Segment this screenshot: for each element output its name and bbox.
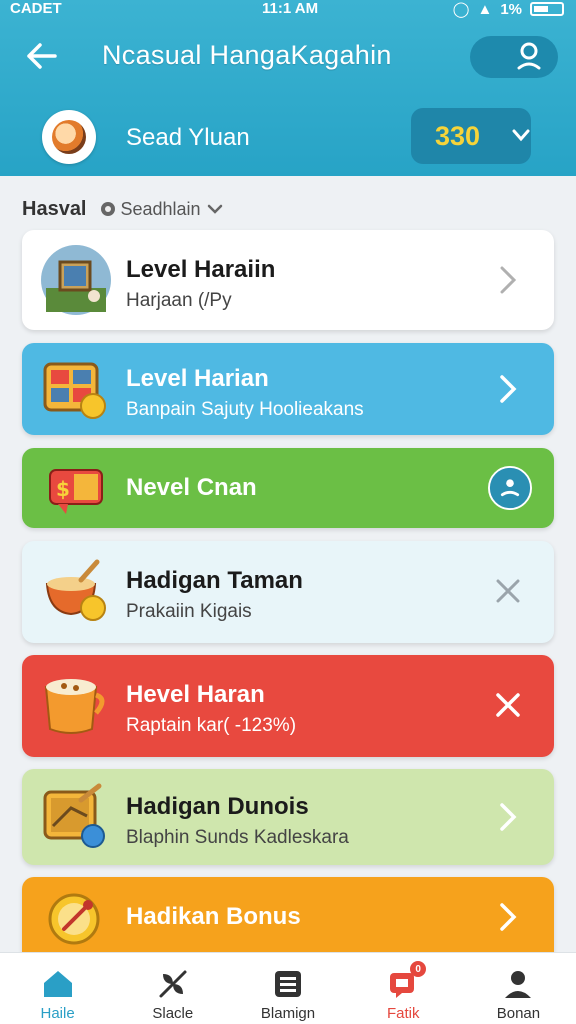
- nav-label: Bonan: [496, 1005, 541, 1022]
- wifi-icon: ◯: [452, 1, 470, 18]
- username: Sead Yluan: [126, 124, 250, 151]
- nav-item-slacle[interactable]: Slacle: [115, 953, 230, 1024]
- coupon-icon: $: [40, 452, 112, 524]
- level-card[interactable]: Hadigan Dunois Blaphin Sunds Kadleskara: [22, 769, 554, 865]
- home-icon: [41, 967, 75, 1001]
- map-icon: [40, 781, 112, 853]
- back-button[interactable]: [22, 36, 62, 76]
- compass-icon: [40, 881, 112, 953]
- chevron-down-icon: [207, 204, 222, 214]
- arrow-left-icon: [27, 43, 57, 69]
- profile-button[interactable]: [470, 36, 558, 78]
- carrier-label: CADET: [10, 0, 62, 17]
- cup-icon: [40, 669, 112, 741]
- profile-row: Sead Yluan 330: [40, 106, 550, 166]
- score-dropdown[interactable]: [512, 126, 530, 147]
- level-card[interactable]: Hadigan Taman Prakaiin Kigais: [22, 541, 554, 643]
- nav-item-fatik[interactable]: 0 Fatik: [346, 953, 461, 1024]
- user-icon: [501, 967, 535, 1001]
- nav-item-blamign[interactable]: Blamign: [230, 953, 345, 1024]
- card-close-button[interactable]: [486, 683, 530, 727]
- level-card[interactable]: $ Nevel Cnan: [22, 448, 554, 528]
- card-open-button[interactable]: [486, 258, 530, 302]
- filter-dropdown[interactable]: Seadhlain: [100, 198, 223, 220]
- chevron-right-icon: [500, 803, 517, 831]
- level-card[interactable]: Level Harian Banpain Sajuty Hoolieakans: [22, 343, 554, 435]
- chevron-down-icon: [512, 129, 530, 142]
- card-open-button[interactable]: [486, 795, 530, 839]
- nav-item-home[interactable]: Haile: [0, 953, 115, 1024]
- card-close-button[interactable]: [486, 569, 530, 613]
- nav-label: Blamign: [260, 1005, 316, 1022]
- card-open-button[interactable]: [486, 367, 530, 411]
- card-title: Hadikan Bonus: [126, 903, 301, 930]
- battery-icon: [530, 2, 564, 16]
- nav-label: Slacle: [152, 1005, 194, 1022]
- card-subtitle: Banpain Sajuty Hoolieakans: [126, 399, 364, 420]
- card-title: Hadigan Dunois: [126, 793, 309, 820]
- level-card[interactable]: Level Haraiin Harjaan (/Py: [22, 230, 554, 330]
- close-icon: [496, 579, 520, 603]
- clock: 11:1 AM: [262, 0, 319, 17]
- user-circle-icon: [488, 466, 532, 510]
- landscape-icon: [40, 244, 112, 316]
- close-icon: [496, 693, 520, 717]
- card-open-button[interactable]: [486, 895, 530, 939]
- battery-label: 1%: [500, 0, 522, 18]
- level-card[interactable]: Hadikan Bonus: [22, 877, 554, 955]
- card-subtitle: Harjaan (/Py: [126, 290, 232, 311]
- list-icon: [271, 967, 305, 1001]
- avatar[interactable]: [42, 110, 96, 164]
- card-title: Level Harian: [126, 365, 269, 392]
- chevron-right-icon: [500, 375, 517, 403]
- chevron-right-icon: [500, 903, 517, 931]
- bottom-nav: Haile Slacle Blamign 0 Fatik Bonan: [0, 952, 576, 1024]
- card-subtitle: Blaphin Sunds Kadleskara: [126, 827, 349, 848]
- page-title: Ncasual HangaKagahin: [102, 40, 392, 70]
- status-icons: ◯ ▲ 1%: [453, 0, 564, 18]
- card-subtitle: Raptain kar( -123%): [126, 715, 297, 736]
- card-title: Level Haraiin: [126, 256, 276, 283]
- leaf-icon: [156, 967, 190, 1001]
- notification-badge: 0: [410, 961, 427, 977]
- card-title: Hadigan Taman: [126, 567, 303, 594]
- card-subtitle: Prakaiin Kigais: [126, 601, 252, 622]
- status-bar: CADET 11:1 AM ◯ ▲ 1%: [0, 0, 576, 20]
- filter-label: Hasval: [22, 197, 87, 220]
- chat-icon: 0: [386, 961, 427, 1001]
- signal-icon: ▲: [477, 0, 493, 18]
- level-card[interactable]: Hevel Haran Raptain kar( -123%): [22, 655, 554, 757]
- app-header: CADET 11:1 AM ◯ ▲ 1% Ncasual HangaKagahi…: [0, 0, 576, 176]
- svg-text:$: $: [56, 477, 70, 501]
- chevron-right-icon: [500, 266, 517, 294]
- avatar-image: [52, 120, 86, 154]
- nav-item-bonan[interactable]: Bonan: [461, 953, 576, 1024]
- filter-selected: Seadhlain: [120, 198, 201, 219]
- filter-row: Hasval Seadhlain: [22, 196, 223, 222]
- profile-icon: [517, 42, 541, 70]
- nav-label: Fatik: [386, 1005, 420, 1022]
- card-user-button[interactable]: [488, 466, 532, 510]
- nav-label: Haile: [40, 1005, 75, 1022]
- board-icon: [40, 353, 112, 425]
- filter-icon: [100, 202, 115, 216]
- card-title: Hevel Haran: [126, 681, 265, 708]
- score-value: 330: [435, 120, 481, 151]
- card-title: Nevel Cnan: [126, 474, 257, 501]
- bowl-icon: [40, 555, 112, 627]
